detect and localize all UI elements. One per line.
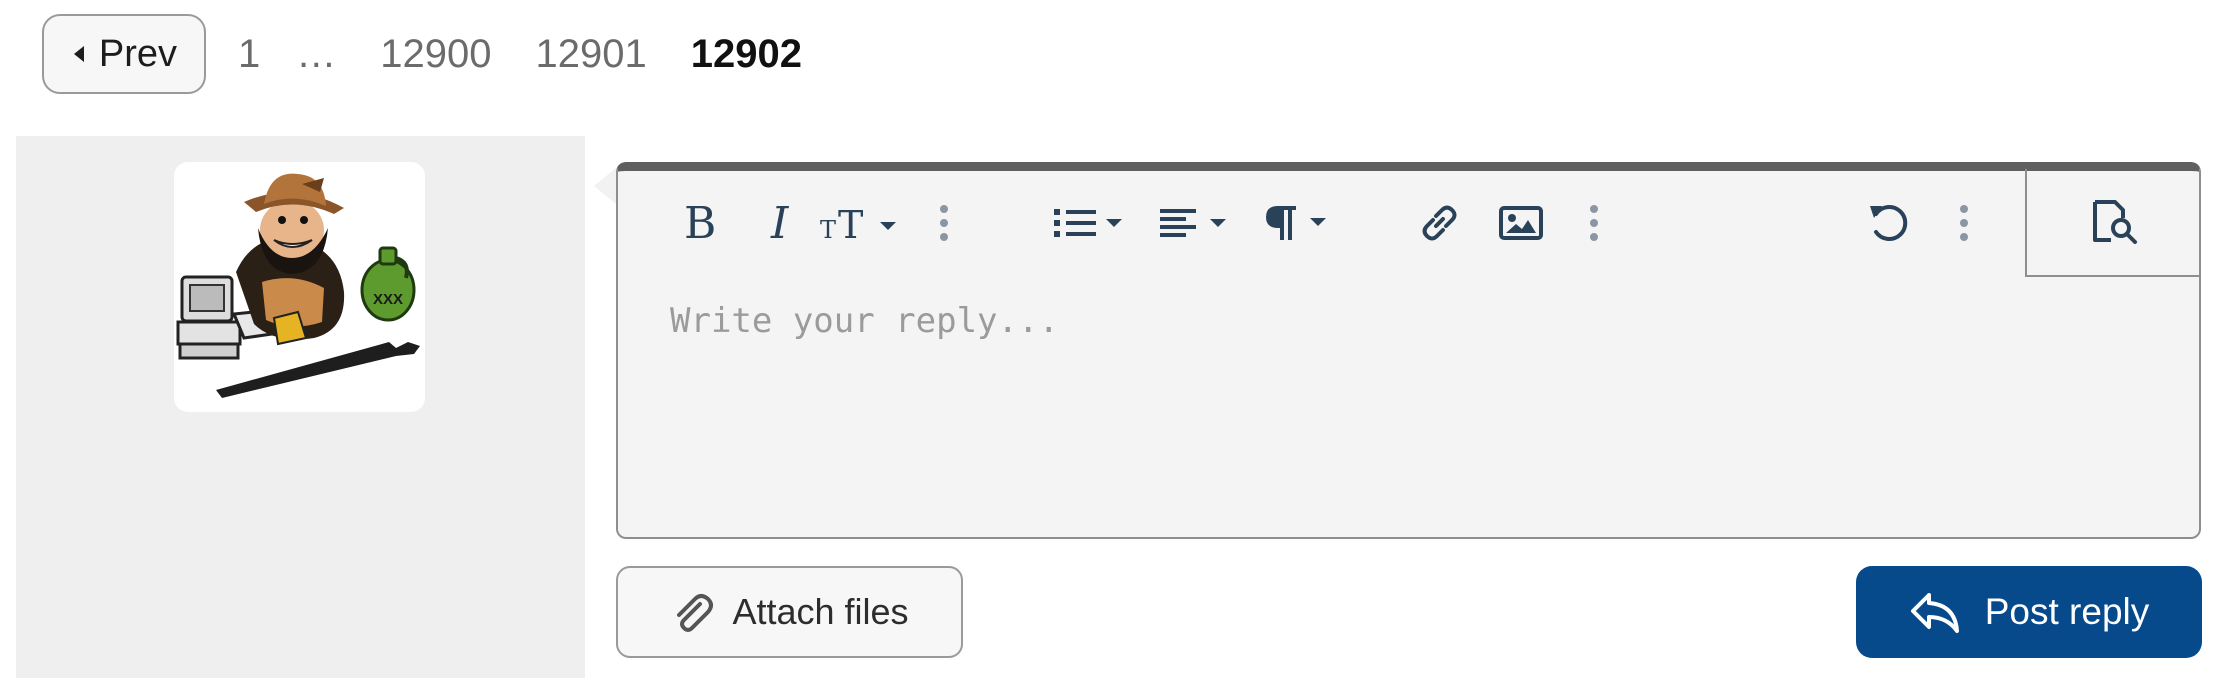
- preview-button[interactable]: [2025, 169, 2201, 277]
- post-reply-button[interactable]: Post reply: [1856, 566, 2202, 658]
- list-button[interactable]: [1052, 193, 1128, 253]
- prev-page-button[interactable]: Prev: [42, 14, 206, 94]
- svg-text:T: T: [820, 216, 836, 244]
- align-button[interactable]: [1158, 193, 1232, 253]
- page-link-12901[interactable]: 12901: [535, 32, 646, 77]
- paragraph-button[interactable]: [1262, 193, 1334, 253]
- reply-editor: B I T T: [616, 162, 2201, 539]
- paragraph-icon: [1266, 206, 1326, 240]
- more-options-button[interactable]: [1954, 193, 1974, 253]
- more-vertical-icon: [1960, 205, 1968, 241]
- svg-text:T: T: [838, 203, 863, 244]
- reply-icon: [1910, 593, 1959, 633]
- undo-button[interactable]: [1864, 193, 1914, 253]
- link-button[interactable]: [1414, 193, 1464, 253]
- page-ellipsis: …: [296, 31, 337, 76]
- link-icon: [1422, 205, 1457, 241]
- avatar[interactable]: XXX: [174, 162, 425, 412]
- bold-button[interactable]: B: [670, 193, 726, 253]
- image-icon: [1499, 206, 1543, 240]
- image-button[interactable]: [1496, 193, 1546, 253]
- jug-label: XXX: [373, 291, 403, 308]
- user-sidebar: XXX: [16, 136, 585, 678]
- current-page: 12902: [690, 31, 802, 76]
- font-size-icon: T T: [820, 203, 896, 244]
- list-icon: [1054, 209, 1122, 237]
- post-reply-label: Post reply: [1984, 591, 2150, 632]
- svg-text:B: B: [684, 202, 714, 244]
- reply-input[interactable]: [670, 301, 1970, 361]
- svg-text:I: I: [770, 202, 790, 244]
- font-size-button[interactable]: T T: [820, 193, 902, 253]
- more-vertical-icon: [1590, 205, 1598, 241]
- editor-toolbar: B I T T: [618, 169, 2201, 283]
- more-vertical-icon: [940, 205, 948, 241]
- align-left-icon: [1160, 209, 1226, 237]
- paperclip-icon: [677, 594, 714, 632]
- hillbilly-avatar-image: XXX: [176, 173, 420, 398]
- page-link-12900[interactable]: 12900: [380, 32, 491, 77]
- italic-button[interactable]: I: [756, 193, 808, 253]
- preview-icon: [2093, 200, 2137, 244]
- prev-page-label: Prev: [98, 32, 178, 75]
- caret-left-icon: [73, 46, 84, 62]
- undo-icon: [1870, 205, 1908, 241]
- attach-files-button[interactable]: Attach files: [616, 566, 963, 658]
- pagination: Prev 1 … 12900 12901 12902: [42, 12, 802, 96]
- more-text-button[interactable]: [934, 193, 954, 253]
- more-insert-button[interactable]: [1584, 193, 1604, 253]
- page-link-1[interactable]: 1: [238, 32, 260, 77]
- bold-icon: B: [684, 202, 714, 244]
- italic-icon: I: [770, 202, 790, 244]
- attach-files-label: Attach files: [732, 591, 909, 632]
- editor-pointer: [594, 168, 616, 204]
